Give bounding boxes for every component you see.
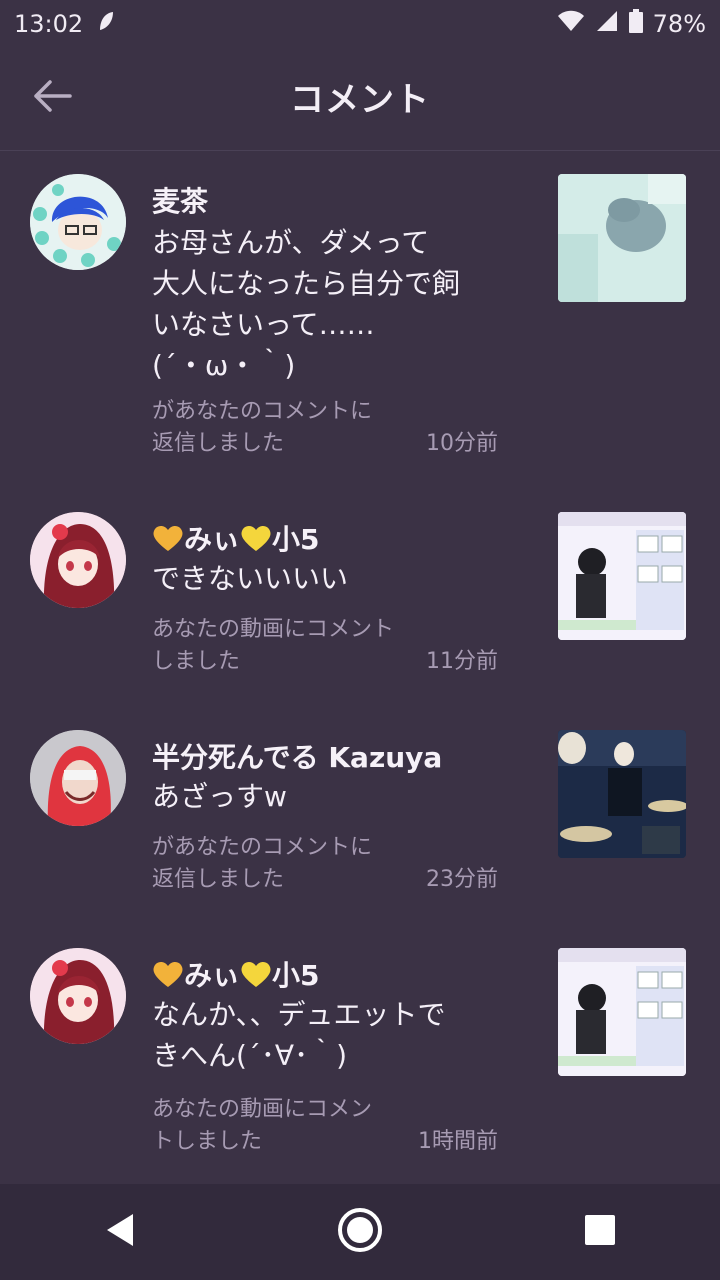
comment-username[interactable]: 麦茶 [152,180,208,220]
comment-username[interactable]: みぃ 小5 [152,518,320,559]
comment-time: 23分前 [426,867,498,892]
video-thumbnail[interactable] [558,174,686,302]
comment-text: なんか、、デュエットで きへん(´･∀･｀) [152,998,446,1072]
signal-icon [595,9,619,39]
username-suffix: 小5 [272,959,320,992]
comment-meta: があなたのコメントに 返信しました 10分前 [152,396,498,460]
video-thumbnail[interactable] [558,512,686,640]
comment-time: 10分前 [426,431,498,456]
comment-time: 1時間前 [418,1129,498,1154]
status-time: 13:02 [14,10,84,38]
yellow-heart-icon [240,960,272,995]
battery-percent: 78% [652,10,706,38]
comment-item[interactable]: 半分死んでる Kazuya あざっすw があなたのコメントに 返信しました 23… [0,710,720,928]
avatar[interactable] [30,174,126,270]
video-thumbnail[interactable] [558,948,686,1076]
comment-item[interactable]: みぃ 小5 できないいいい あなたの動画にコメント しました 11分前 [0,492,720,710]
comment-username[interactable]: 半分死んでる Kazuya [152,736,442,776]
system-nav-bar [0,1184,720,1280]
battery-icon [628,9,643,39]
comment-item[interactable]: みぃ 小5 なんか、、デュエットで きへん(´･∀･｀) あなたの動画にコメン ト… [0,928,720,1184]
orange-heart-icon [152,960,184,995]
yellow-heart-icon [240,524,272,559]
comment-text: あざっすw [152,780,287,813]
comment-meta: あなたの動画にコメント しました 11分前 [152,614,498,678]
comment-username[interactable]: みぃ 小5 [152,954,320,995]
avatar[interactable] [30,948,126,1044]
notification-leaf-icon [97,10,115,38]
comment-text: できないいいい [152,562,349,595]
comment-time: 11分前 [426,649,498,674]
avatar[interactable] [30,512,126,608]
comment-text: お母さんが、ダメって 大人になったら自分で飼 いなさいって…… (´・ω・｀) [152,226,461,382]
comment-meta: あなたの動画にコメン トしました 1時間前 [152,1094,498,1158]
nav-recents-button[interactable] [560,1192,640,1272]
username-text: みぃ [184,959,241,992]
username-suffix: 小5 [272,523,320,556]
home-circle-icon [336,1206,384,1258]
comment-item[interactable]: 麦茶 お母さんが、ダメって 大人になったら自分で飼 いなさいって…… (´・ω・… [0,152,720,492]
orange-heart-icon [152,524,184,559]
page-title: コメント [290,80,430,120]
nav-back-button[interactable] [80,1192,160,1272]
status-bar: 13:02 78% [0,0,720,48]
app-header: コメント [0,48,720,151]
avatar[interactable] [30,730,126,826]
username-text: みぃ [184,523,241,556]
video-thumbnail[interactable] [558,730,686,858]
nav-home-button[interactable] [320,1192,400,1272]
comment-meta: があなたのコメントに 返信しました 23分前 [152,832,498,896]
recents-square-icon [584,1214,616,1250]
wifi-icon [557,10,585,38]
back-triangle-icon [103,1212,137,1252]
